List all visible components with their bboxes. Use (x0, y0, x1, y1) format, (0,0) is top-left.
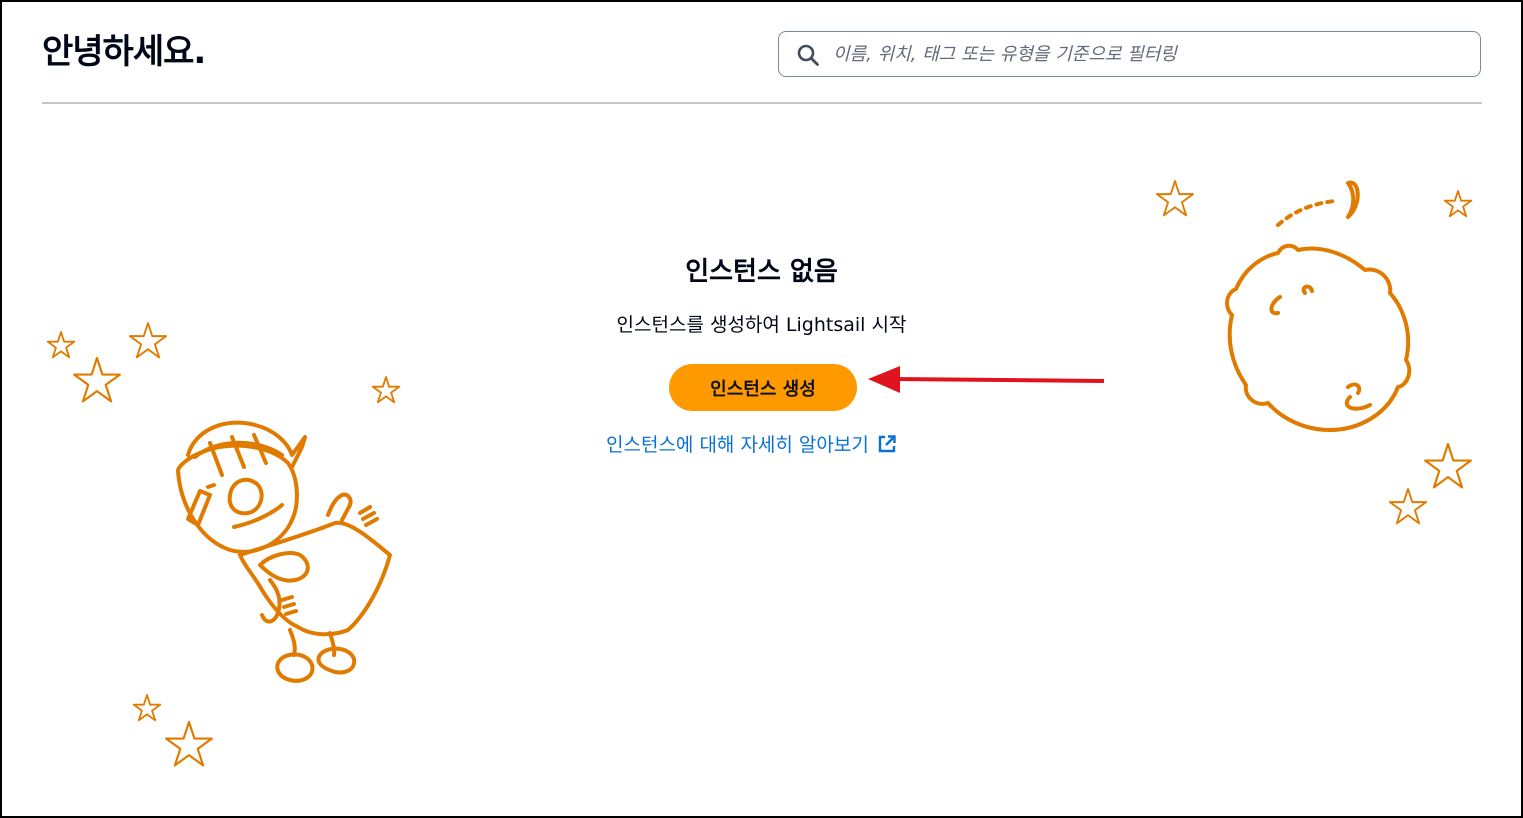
empty-state-title: 인스턴스 없음 (685, 257, 838, 287)
create-instance-button[interactable]: 인스턴스 생성 (669, 364, 857, 411)
search-box[interactable] (778, 31, 1481, 77)
empty-state-description: 인스턴스를 생성하여 Lightsail 시작 (616, 314, 907, 336)
learn-more-link[interactable]: 인스턴스에 대해 자세히 알아보기 (606, 430, 897, 460)
search-input[interactable] (833, 38, 1453, 70)
search-icon (797, 44, 819, 66)
learn-more-label: 인스턴스에 대해 자세히 알아보기 (606, 434, 869, 456)
page-title: 안녕하세요. (42, 32, 206, 72)
header-divider (42, 102, 1482, 104)
external-link-icon (878, 435, 896, 453)
